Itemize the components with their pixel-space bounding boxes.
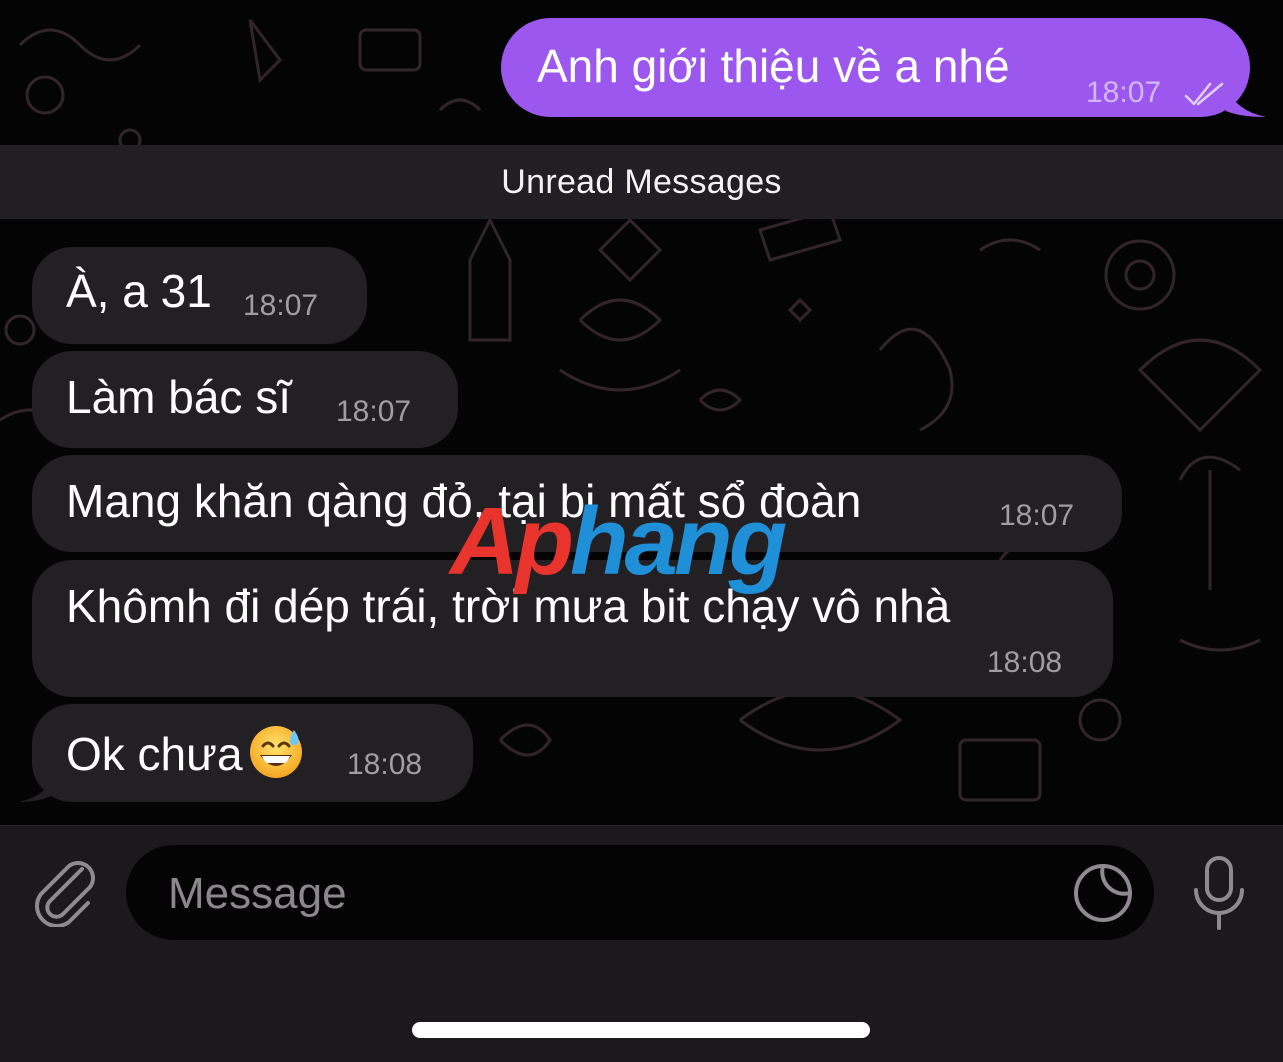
outgoing-message-bubble[interactable]: Anh giới thiệu về a nhé 18:07	[501, 18, 1266, 117]
unread-messages-divider: Unread Messages	[0, 145, 1283, 219]
incoming-message-bubble[interactable]: Ok chưa 18:08	[18, 704, 473, 802]
message-text: Làm bác sĩ	[66, 371, 291, 423]
message-input-field[interactable]	[126, 845, 1154, 942]
message-time: 18:07	[243, 289, 319, 322]
message-text: Mang khăn qàng đỏ, tại bị mất sổ đoàn	[66, 475, 862, 527]
home-indicator[interactable]	[412, 1022, 870, 1038]
message-input[interactable]	[166, 845, 1050, 942]
message-time: 18:07	[1086, 76, 1162, 109]
sticker-icon[interactable]	[1072, 862, 1134, 924]
message-text: Khômh đi dép trái, trời mưa bit chạy vô …	[66, 580, 951, 632]
message-text: À, a 31	[66, 265, 212, 317]
incoming-message-bubble[interactable]: Mang khăn qàng đỏ, tại bị mất sổ đoàn 18…	[32, 455, 1122, 552]
incoming-message-bubble[interactable]: À, a 31 18:07	[32, 247, 367, 344]
bubble-tail	[18, 774, 54, 802]
unread-divider-label: Unread Messages	[501, 162, 782, 201]
paperclip-icon[interactable]	[30, 855, 100, 927]
message-time: 18:07	[999, 499, 1075, 532]
message-time: 18:08	[987, 646, 1063, 679]
incoming-message-bubble[interactable]: Khômh đi dép trái, trời mưa bit chạy vô …	[32, 560, 1113, 697]
message-text: Ok chưa	[66, 728, 243, 780]
message-time: 18:07	[336, 395, 412, 428]
incoming-message-bubble[interactable]: Làm bác sĩ 18:07	[32, 351, 458, 448]
grinning-sweat-emoji	[249, 726, 302, 778]
message-text-row: Ok chưa	[66, 722, 305, 782]
double-check-icon	[1184, 82, 1224, 106]
message-text: Anh giới thiệu về a nhé	[537, 40, 1010, 92]
message-time: 18:08	[347, 748, 423, 781]
microphone-icon[interactable]	[1188, 854, 1250, 932]
bubble-tail	[1226, 87, 1266, 117]
